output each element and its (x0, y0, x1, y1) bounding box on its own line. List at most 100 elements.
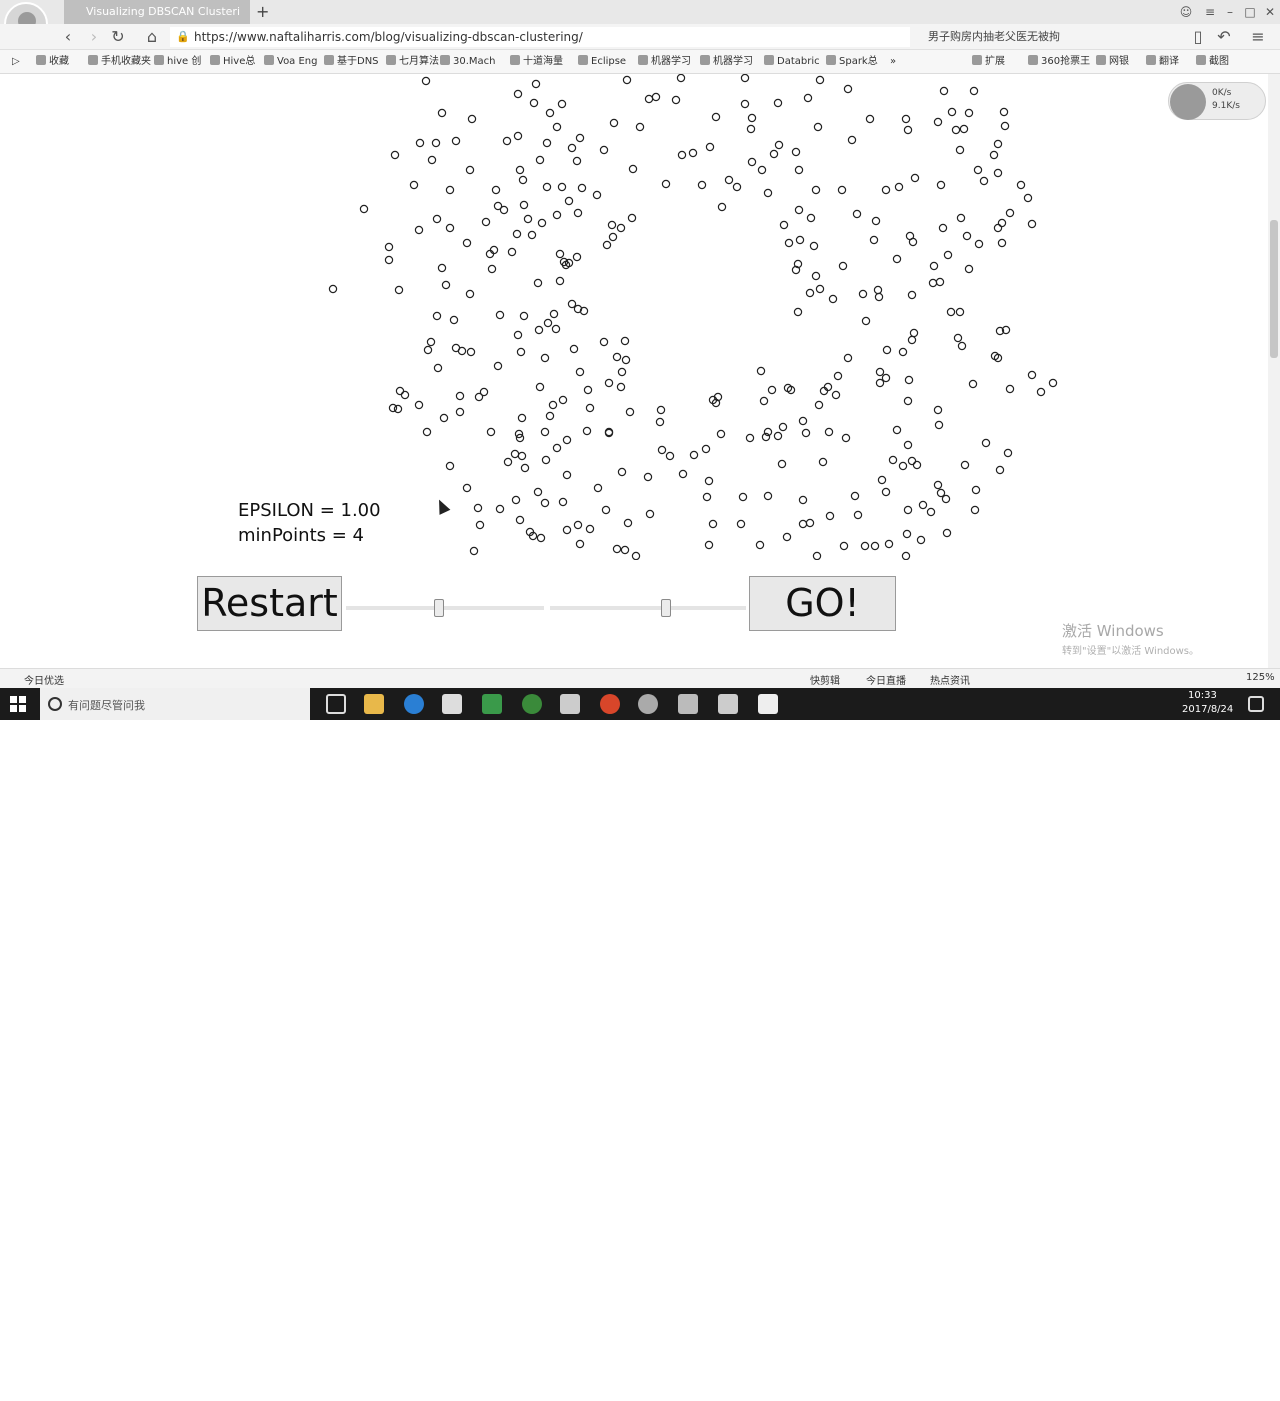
status-left-item[interactable]: 今日优选 (24, 672, 64, 687)
bookmarks-bar: ▷ 收藏 手机收藏夹 hive 创 Hive总 Voa Eng 基于DNS 七月… (0, 50, 1280, 74)
app-icon[interactable] (678, 694, 698, 714)
minimize-button[interactable]: – (1222, 4, 1238, 20)
data-point (837, 185, 847, 195)
maximize-button[interactable]: □ (1242, 4, 1258, 20)
data-point (912, 460, 922, 470)
windows-start-icon[interactable] (10, 696, 26, 712)
data-point (423, 345, 433, 355)
home-icon[interactable]: ⌂ (142, 27, 162, 47)
data-point (809, 241, 819, 251)
minpoints-value: minPoints = 4 (238, 525, 364, 546)
dbscan-canvas[interactable] (320, 74, 1080, 560)
extension-item[interactable]: 翻译 (1146, 54, 1179, 70)
browser-360-icon[interactable] (522, 694, 542, 714)
data-point (805, 288, 815, 298)
undo-icon[interactable]: ↶ (1214, 27, 1234, 47)
bookmark-item[interactable]: 七月算法 (386, 54, 439, 70)
app-icon[interactable] (482, 694, 502, 714)
data-point (716, 429, 726, 439)
go-button[interactable]: GO! (749, 576, 896, 631)
data-point (575, 133, 585, 143)
forward-icon[interactable]: › (84, 27, 104, 47)
data-point (414, 225, 424, 235)
more-bookmarks-icon[interactable]: » (890, 54, 896, 70)
clock-date[interactable]: 2017/8/24 (1182, 704, 1233, 715)
bookmark-item[interactable]: Voa Eng (264, 54, 318, 70)
data-point (486, 427, 496, 437)
app-icon[interactable] (560, 694, 580, 714)
data-point (557, 182, 567, 192)
extension-item[interactable]: 截图 (1196, 54, 1229, 70)
status-item[interactable]: 今日直播 (866, 672, 906, 687)
data-point (449, 315, 459, 325)
data-point (894, 182, 904, 192)
data-point (819, 386, 829, 396)
data-point (1027, 370, 1037, 380)
reload-icon[interactable]: ↻ (108, 27, 128, 47)
browser-menu-icon[interactable]: ≡ (1248, 27, 1268, 47)
status-item[interactable]: 快剪辑 (810, 672, 840, 687)
bookmark-item[interactable]: Eclipse (578, 54, 626, 70)
recorder-icon[interactable] (638, 694, 658, 714)
data-point (901, 114, 911, 124)
edge-icon[interactable] (404, 694, 424, 714)
bookmark-item[interactable]: Hive总 (210, 54, 255, 70)
skin-icon[interactable]: ☺ (1178, 4, 1194, 20)
extension-item[interactable]: 网银 (1096, 54, 1129, 70)
bookmarks-toggle-icon[interactable]: ▷ (12, 54, 20, 70)
bookmark-item[interactable]: 基于DNS (324, 54, 379, 70)
data-point (831, 390, 841, 400)
bookmark-item[interactable]: Databric (764, 54, 820, 70)
extension-item[interactable]: 360抢票王 (1028, 54, 1090, 70)
news-ticker[interactable]: 男子购房内抽老父医无被拘 (920, 27, 1170, 47)
extension-item[interactable]: 扩展 (972, 54, 1005, 70)
back-icon[interactable]: ‹ (58, 27, 78, 47)
app-icon[interactable] (758, 694, 778, 714)
app-icon[interactable] (718, 694, 738, 714)
data-point (815, 75, 825, 85)
epsilon-slider-track[interactable] (346, 606, 544, 610)
minpoints-slider-track[interactable] (550, 606, 746, 610)
scrollbar-thumb[interactable] (1270, 220, 1278, 358)
address-bar[interactable]: 🔒 https://www.naftaliharris.com/blog/vis… (170, 27, 910, 47)
data-point (803, 93, 813, 103)
minpoints-slider-handle[interactable] (660, 599, 671, 617)
page-scrollbar[interactable] (1268, 74, 1280, 668)
restart-button[interactable]: Restart (197, 576, 342, 631)
file-explorer-icon[interactable] (364, 694, 384, 714)
data-point (643, 472, 653, 482)
data-point (747, 113, 757, 123)
data-point (738, 492, 748, 502)
data-point (593, 483, 603, 493)
status-item[interactable]: 热点资讯 (930, 672, 970, 687)
data-point (898, 347, 908, 357)
bookmark-item[interactable]: 收藏 (36, 54, 69, 70)
phone-icon[interactable]: ▯ (1188, 27, 1208, 47)
bookmark-item[interactable]: 手机收藏夹 (88, 54, 151, 70)
bookmark-item[interactable]: 30.Mach (440, 54, 496, 70)
bookmark-item[interactable]: 十道海量 (510, 54, 563, 70)
chrome-icon[interactable] (600, 694, 620, 714)
close-button[interactable]: ✕ (1262, 4, 1278, 20)
bookmark-item[interactable]: hive 创 (154, 54, 201, 70)
bookmark-item[interactable]: Spark总 (826, 54, 878, 70)
notifications-icon[interactable] (1248, 696, 1264, 712)
data-point (462, 483, 472, 493)
bookmark-item[interactable]: 机器学习 (638, 54, 691, 70)
task-view-icon[interactable] (326, 694, 346, 714)
clock-time[interactable]: 10:33 (1188, 690, 1217, 701)
epsilon-slider-handle[interactable] (434, 599, 445, 617)
data-point (938, 223, 948, 233)
input-method-indicator[interactable]: 中 (1137, 1384, 1149, 1401)
zoom-level[interactable]: 125% (1246, 672, 1275, 683)
data-point (635, 122, 645, 132)
data-point (873, 285, 883, 295)
menu-icon[interactable]: ≡ (1202, 4, 1218, 20)
data-point (616, 223, 626, 233)
bookmark-item[interactable]: 机器学习 (700, 54, 753, 70)
store-icon[interactable] (442, 694, 462, 714)
data-point (881, 373, 891, 383)
tab-dbscan[interactable]: Visualizing DBSCAN Clusteri (64, 0, 250, 24)
new-tab-button[interactable]: + (256, 2, 272, 22)
data-point (562, 435, 572, 445)
